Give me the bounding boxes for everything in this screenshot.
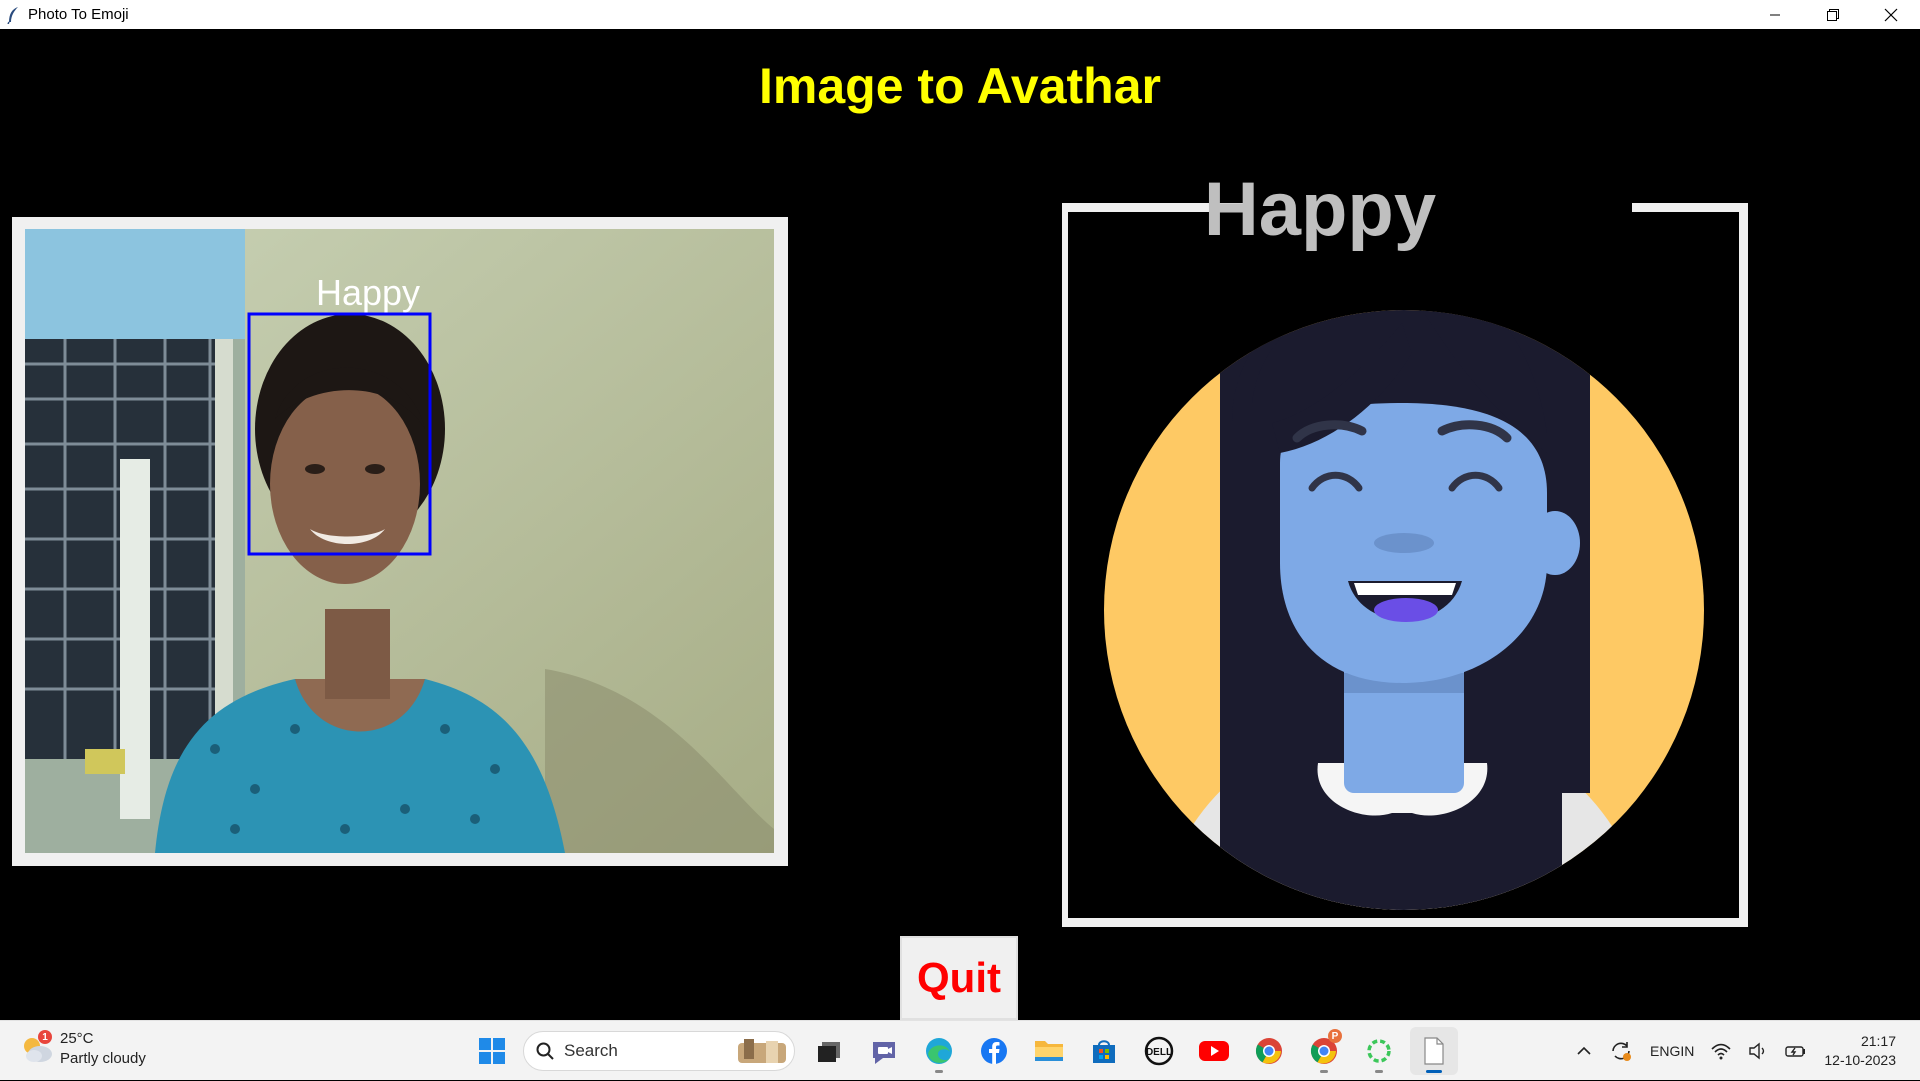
youtube-button[interactable]	[1190, 1027, 1238, 1075]
task-view-icon	[818, 1042, 840, 1062]
svg-text:DELL: DELL	[1146, 1047, 1172, 1058]
camera-emotion-label: Happy	[316, 272, 420, 313]
language-region: IN	[1680, 1042, 1695, 1059]
clock[interactable]: 21:17 12-10-2023	[1824, 1032, 1896, 1070]
youtube-icon	[1199, 1041, 1229, 1061]
facebook-button[interactable]	[970, 1027, 1018, 1075]
webcam-panel: Happy	[12, 217, 788, 866]
network-button[interactable]	[1710, 1042, 1732, 1060]
search-icon	[536, 1042, 554, 1060]
battery-charging-icon	[1785, 1046, 1806, 1057]
show-hidden-icons-button[interactable]	[1576, 1045, 1592, 1057]
window-titlebar: Photo To Emoji	[0, 0, 1920, 29]
chrome-profile-badge: P	[1328, 1029, 1342, 1043]
document-icon	[1424, 1037, 1444, 1065]
clock-time: 21:17	[1860, 1033, 1896, 1049]
taskbar: 1 25°C Partly cloudy Search DELL P ENG I…	[0, 1020, 1920, 1080]
volume-button[interactable]	[1748, 1042, 1768, 1060]
loading-app-icon	[1367, 1039, 1391, 1063]
store-button[interactable]	[1080, 1027, 1128, 1075]
file-explorer-button[interactable]	[1025, 1027, 1073, 1075]
weather-icon-wrap: 1	[20, 1030, 54, 1066]
avatar-emotion-label: Happy	[1203, 167, 1437, 252]
chevron-up-icon	[1577, 1046, 1591, 1055]
chrome-icon	[1255, 1038, 1282, 1064]
edge-running-indicator	[935, 1070, 943, 1073]
chrome-profile-button[interactable]: P	[1300, 1027, 1348, 1075]
search-placeholder: Search	[564, 1041, 618, 1060]
window-title: Photo To Emoji	[28, 6, 129, 23]
language-code: ENG	[1650, 1042, 1681, 1059]
minimize-icon	[1770, 14, 1780, 15]
file-explorer-icon	[1035, 1041, 1063, 1061]
chrome-button[interactable]	[1245, 1027, 1293, 1075]
restore-icon	[1827, 8, 1839, 21]
weather-condition: Partly cloudy	[60, 1050, 146, 1067]
edge-icon	[926, 1038, 952, 1064]
dell-button[interactable]: DELL	[1135, 1027, 1183, 1075]
loading-app-running-indicator	[1375, 1070, 1383, 1073]
app-canvas: Image to Avathar Happy Happy Quit	[0, 29, 1920, 1020]
language-indicator[interactable]: ENG IN	[1650, 1042, 1694, 1061]
feather-icon	[7, 6, 18, 24]
close-button[interactable]	[1862, 0, 1920, 29]
quit-button[interactable]: Quit	[900, 936, 1018, 1020]
minimize-button[interactable]	[1746, 0, 1804, 29]
system-tray: ENG IN 21:17 12-10-2023	[1568, 1021, 1920, 1081]
battery-button[interactable]	[1784, 1042, 1808, 1060]
taskbar-search[interactable]: Search	[523, 1031, 795, 1071]
document-button[interactable]	[1410, 1027, 1458, 1075]
document-active-indicator	[1426, 1070, 1442, 1073]
task-view-button[interactable]	[805, 1027, 853, 1075]
window-controls	[1746, 0, 1920, 29]
chat-icon	[873, 1042, 895, 1064]
webcam-image: Happy	[25, 229, 774, 853]
edge-button[interactable]	[915, 1027, 963, 1075]
start-button[interactable]	[468, 1027, 516, 1075]
weather-badge: 1	[38, 1030, 52, 1044]
chrome-running-indicator	[1320, 1070, 1328, 1073]
speaker-icon	[1749, 1042, 1765, 1060]
search-highlight-icon	[738, 1039, 786, 1063]
facebook-icon	[981, 1038, 1007, 1064]
loading-app-button[interactable]	[1355, 1027, 1403, 1075]
page-title: Image to Avathar	[759, 58, 1161, 114]
weather-temperature: 25°C	[60, 1030, 94, 1047]
weather-text: 25°C Partly cloudy	[60, 1029, 146, 1069]
avatar-panel	[1062, 203, 1748, 927]
clock-date: 12-10-2023	[1824, 1052, 1896, 1068]
dell-icon: DELL	[1144, 1036, 1174, 1066]
wifi-icon	[1711, 1043, 1731, 1060]
sync-icon	[1612, 1042, 1632, 1061]
webcam-feed: Happy	[25, 229, 774, 853]
weather-widget[interactable]: 1 25°C Partly cloudy	[20, 1029, 146, 1069]
close-icon	[1884, 8, 1898, 21]
sync-button[interactable]	[1608, 1039, 1634, 1063]
taskbar-apps: Search DELL P	[468, 1027, 1465, 1075]
chat-button[interactable]	[860, 1027, 908, 1075]
restore-button[interactable]	[1804, 0, 1862, 29]
windows-icon	[479, 1038, 505, 1064]
store-icon	[1093, 1040, 1115, 1063]
